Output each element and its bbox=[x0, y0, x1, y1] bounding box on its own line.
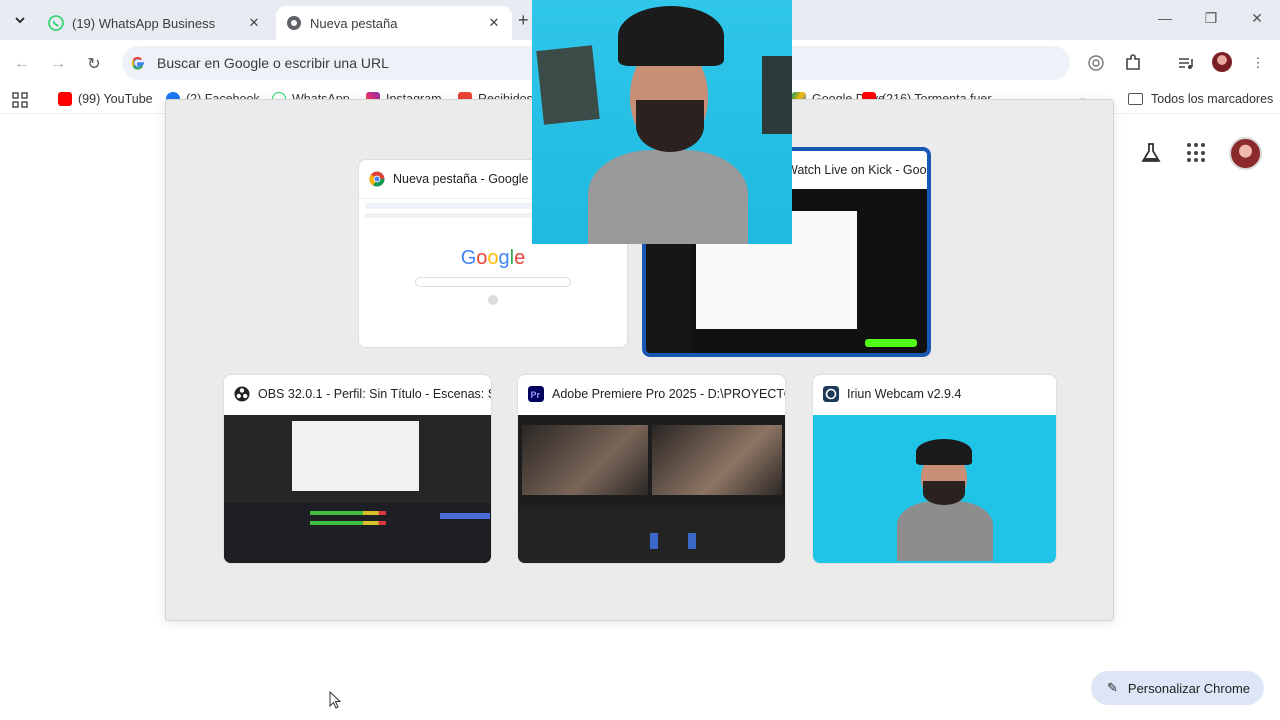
close-icon[interactable]: ✕ bbox=[246, 15, 262, 31]
chrome-icon bbox=[287, 16, 301, 30]
close-icon[interactable]: ✕ bbox=[486, 15, 502, 31]
webcam-overlay bbox=[532, 0, 792, 244]
youtube-icon bbox=[58, 92, 72, 106]
folder-icon bbox=[1128, 93, 1143, 105]
forward-arrow-icon[interactable]: → bbox=[46, 52, 70, 76]
window-thumbnail bbox=[813, 415, 1056, 563]
apps-grid-icon[interactable] bbox=[12, 92, 28, 108]
bookmark-youtube[interactable]: (99) YouTube bbox=[58, 92, 153, 106]
window-thumbnail bbox=[518, 415, 785, 563]
all-bookmarks-label: Todos los marcadores bbox=[1151, 92, 1274, 106]
window-close-icon[interactable]: ✕ bbox=[1242, 10, 1272, 27]
window-title: Adobe Premiere Pro 2025 - D:\PROYECTOS bbox=[552, 387, 785, 401]
back-arrow-icon[interactable]: ← bbox=[10, 52, 34, 76]
labs-flask-icon[interactable] bbox=[1140, 142, 1162, 164]
omnibox-placeholder: Buscar en Google o escribir una URL bbox=[157, 55, 389, 71]
media-control-icon[interactable] bbox=[1175, 52, 1197, 74]
google-apps-icon[interactable] bbox=[1186, 142, 1208, 164]
tab-label: Nueva pestaña bbox=[310, 15, 398, 31]
window-title: OBS 32.0.1 - Perfil: Sin Título - Escena… bbox=[258, 387, 491, 401]
bookmark-label: (99) YouTube bbox=[78, 92, 153, 106]
svg-text:Pr: Pr bbox=[531, 390, 541, 400]
account-avatar[interactable] bbox=[1229, 137, 1262, 170]
window-card-header: OBS 32.0.1 - Perfil: Sin Título - Escena… bbox=[224, 375, 491, 413]
profile-avatar[interactable] bbox=[1212, 52, 1232, 72]
premiere-icon: Pr bbox=[528, 386, 544, 402]
window-card-iriun[interactable]: Iriun Webcam v2.9.4 bbox=[812, 374, 1057, 564]
iriun-icon bbox=[823, 386, 839, 402]
pencil-icon: ✎ bbox=[1107, 680, 1118, 695]
all-bookmarks[interactable]: Todos los marcadores bbox=[1128, 92, 1273, 106]
lens-icon[interactable] bbox=[1085, 52, 1107, 74]
mouse-cursor-icon bbox=[329, 691, 341, 709]
window-card-premiere[interactable]: Pr Adobe Premiere Pro 2025 - D:\PROYECTO… bbox=[517, 374, 786, 564]
restore-icon[interactable]: ❐ bbox=[1196, 10, 1226, 27]
whatsapp-icon bbox=[48, 15, 64, 31]
window-title: Iriun Webcam v2.9.4 bbox=[847, 387, 962, 401]
window-title: Watch Live on Kick - Google Chrome bbox=[786, 163, 927, 177]
new-tab-plus-icon[interactable]: + bbox=[518, 10, 529, 31]
window-card-header: Pr Adobe Premiere Pro 2025 - D:\PROYECTO… bbox=[518, 375, 785, 413]
google-g-icon bbox=[131, 56, 144, 70]
reload-icon[interactable]: ↻ bbox=[82, 52, 106, 76]
tab-label: (19) WhatsApp Business bbox=[72, 15, 216, 31]
customize-label: Personalizar Chrome bbox=[1127, 680, 1251, 696]
minimize-icon[interactable]: — bbox=[1150, 10, 1180, 26]
tab-search-chevron-icon[interactable] bbox=[8, 8, 32, 32]
window-card-obs[interactable]: OBS 32.0.1 - Perfil: Sin Título - Escena… bbox=[223, 374, 492, 564]
chrome-icon bbox=[369, 171, 385, 187]
menu-kebab-icon[interactable]: ⋮ bbox=[1247, 52, 1269, 74]
tab-whatsapp-business[interactable]: (19) WhatsApp Business ✕ bbox=[38, 6, 272, 40]
tab-nueva-pestana[interactable]: Nueva pestaña ✕ bbox=[276, 6, 512, 40]
customize-chrome-button[interactable]: ✎ Personalizar Chrome bbox=[1091, 671, 1264, 705]
window-thumbnail bbox=[224, 415, 491, 563]
window-card-header: Iriun Webcam v2.9.4 bbox=[813, 375, 1056, 413]
extensions-puzzle-icon[interactable] bbox=[1122, 52, 1144, 74]
mini-google-logo: Google bbox=[460, 247, 526, 269]
obs-icon bbox=[234, 386, 250, 402]
